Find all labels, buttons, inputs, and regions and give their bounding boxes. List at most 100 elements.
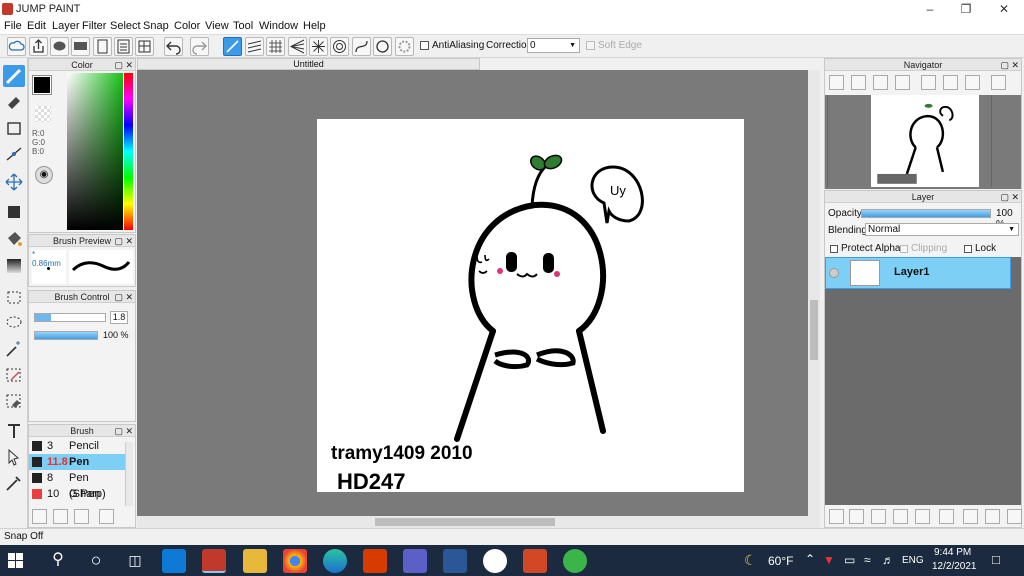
weather-icon[interactable]: ☾ bbox=[744, 552, 757, 569]
foreground-color-swatch[interactable] bbox=[32, 75, 52, 95]
menu-window[interactable]: Window bbox=[259, 20, 298, 32]
snap-off-icon[interactable] bbox=[223, 37, 242, 56]
clock-time[interactable]: 9:44 PM bbox=[934, 547, 971, 558]
gear-snap-icon[interactable] bbox=[395, 37, 414, 56]
edge-icon[interactable] bbox=[323, 549, 347, 573]
file-explorer-icon[interactable] bbox=[243, 549, 267, 573]
canvas-vertical-scrollbar[interactable] bbox=[808, 70, 820, 516]
speech-box-icon[interactable] bbox=[71, 37, 90, 56]
photos-icon[interactable] bbox=[483, 549, 507, 573]
menu-view[interactable]: View bbox=[205, 20, 229, 32]
redo-icon[interactable] bbox=[190, 37, 209, 56]
curve-snap-icon[interactable] bbox=[352, 37, 371, 56]
saturation-value-picker[interactable] bbox=[67, 73, 123, 230]
battery-icon[interactable]: ▭ bbox=[844, 553, 855, 567]
new-layer-icon[interactable] bbox=[829, 509, 844, 524]
weather-temp[interactable]: 60°F bbox=[768, 554, 793, 568]
teams-icon[interactable] bbox=[403, 549, 427, 573]
hue-slider[interactable] bbox=[124, 73, 133, 230]
operation-tool-icon[interactable] bbox=[3, 446, 25, 468]
rect-select-tool-icon[interactable] bbox=[3, 286, 25, 308]
zoom-in-alt-icon[interactable] bbox=[851, 75, 866, 90]
line-tool-icon[interactable] bbox=[3, 143, 25, 165]
brush-item[interactable]: 8 Pen (Sharp) bbox=[29, 470, 125, 500]
restore-button[interactable]: ❐ bbox=[948, 0, 984, 19]
merge-layer-icon[interactable] bbox=[963, 509, 978, 524]
paint-app-icon[interactable] bbox=[563, 549, 587, 573]
antialiasing-checkbox[interactable] bbox=[420, 41, 429, 50]
menu-edit[interactable]: Edit bbox=[27, 20, 46, 32]
tray-app-icon[interactable]: ▼ bbox=[823, 553, 835, 567]
perspective-snap-icon[interactable] bbox=[288, 37, 307, 56]
zoom-in-icon[interactable] bbox=[829, 75, 844, 90]
grid-snap-icon[interactable] bbox=[266, 37, 285, 56]
brush-size-slider[interactable] bbox=[34, 313, 106, 322]
parallel-snap-icon[interactable] bbox=[245, 37, 264, 56]
select-eraser-tool-icon[interactable] bbox=[3, 390, 25, 412]
background-color-swatch[interactable] bbox=[35, 106, 51, 122]
search-icon[interactable]: ⚲ bbox=[46, 549, 70, 573]
flip-icon[interactable] bbox=[991, 75, 1006, 90]
document-canvas[interactable]: Uy tramy1409 2010 HD247 bbox=[317, 119, 744, 494]
duplicate-layer-icon[interactable] bbox=[939, 509, 954, 524]
new-brush-icon[interactable] bbox=[53, 509, 68, 524]
layer-menu-icon[interactable] bbox=[985, 509, 1000, 524]
menu-file[interactable]: File bbox=[4, 20, 22, 32]
brush-item[interactable]: 3 Pencil bbox=[29, 438, 125, 454]
lock-checkbox[interactable] bbox=[964, 245, 972, 253]
gradient-tool-icon[interactable] bbox=[3, 255, 25, 277]
chevron-up-icon[interactable]: ⌃ bbox=[805, 552, 815, 566]
brush-item-selected[interactable]: 11.8 Pen bbox=[29, 454, 125, 470]
layer-row[interactable]: Layer1 bbox=[825, 257, 1011, 289]
layer-opacity-slider[interactable] bbox=[861, 209, 991, 218]
concentric-snap-icon[interactable] bbox=[330, 37, 349, 56]
office-icon[interactable] bbox=[363, 549, 387, 573]
new-folder-icon[interactable] bbox=[915, 509, 930, 524]
brush-list-scrollbar[interactable] bbox=[125, 442, 133, 506]
radial-snap-icon[interactable] bbox=[309, 37, 328, 56]
word-icon[interactable] bbox=[443, 549, 467, 573]
clock-date[interactable]: 12/2/2021 bbox=[932, 561, 977, 572]
select-pen-tool-icon[interactable] bbox=[3, 364, 25, 386]
correction-select[interactable]: 0 ▼ bbox=[527, 38, 580, 53]
blending-select[interactable]: Normal ▼ bbox=[865, 223, 1019, 236]
new-8bit-layer-icon[interactable] bbox=[871, 509, 886, 524]
language-indicator[interactable]: ENG bbox=[902, 555, 924, 566]
canvas-horizontal-scrollbar[interactable] bbox=[137, 516, 820, 528]
reset-view-icon[interactable] bbox=[943, 75, 958, 90]
soft-edge-checkbox[interactable] bbox=[586, 41, 595, 50]
menu-color[interactable]: Color bbox=[174, 20, 200, 32]
layer-visibility-icon[interactable] bbox=[829, 268, 839, 278]
new-halftone-layer-icon[interactable] bbox=[849, 509, 864, 524]
close-button[interactable]: ✕ bbox=[986, 0, 1022, 19]
clipping-checkbox[interactable] bbox=[900, 245, 908, 253]
eyedropper-tool-icon[interactable] bbox=[3, 472, 25, 494]
brush-item[interactable]: 10 G Pen bbox=[29, 486, 125, 502]
zoom-out-icon[interactable] bbox=[895, 75, 910, 90]
palette-icon[interactable]: ◉ bbox=[35, 166, 53, 184]
delete-layer-icon[interactable] bbox=[1007, 509, 1022, 524]
menu-filter[interactable]: Filter bbox=[82, 20, 106, 32]
rotate-left-icon[interactable] bbox=[921, 75, 936, 90]
page-layout-icon[interactable] bbox=[114, 37, 133, 56]
jump-paint-taskbar-icon[interactable] bbox=[202, 549, 226, 573]
cortana-icon[interactable]: ○ bbox=[84, 549, 108, 573]
comment-icon[interactable] bbox=[50, 37, 69, 56]
wifi-icon[interactable]: ≈ bbox=[864, 553, 871, 567]
menu-layer[interactable]: Layer bbox=[52, 20, 80, 32]
protect-alpha-checkbox[interactable] bbox=[830, 245, 838, 253]
windows-start-icon[interactable] bbox=[8, 553, 23, 568]
chrome-icon[interactable] bbox=[283, 549, 307, 573]
pen-tool-icon[interactable] bbox=[3, 65, 25, 87]
move-tool-icon[interactable] bbox=[3, 171, 25, 193]
document-tab[interactable]: Untitled bbox=[137, 58, 480, 70]
volume-icon[interactable]: ♬ bbox=[882, 553, 894, 567]
fit-screen-icon[interactable] bbox=[873, 75, 888, 90]
brush-settings-icon[interactable] bbox=[32, 509, 47, 524]
task-view-icon[interactable]: ◫ bbox=[123, 549, 147, 573]
bucket-tool-icon[interactable] bbox=[3, 228, 25, 250]
menu-select[interactable]: Select bbox=[110, 20, 141, 32]
notification-icon[interactable]: □ bbox=[992, 552, 1000, 567]
minimize-button[interactable]: – bbox=[912, 0, 948, 19]
rectangle-tool-icon[interactable] bbox=[3, 117, 25, 139]
